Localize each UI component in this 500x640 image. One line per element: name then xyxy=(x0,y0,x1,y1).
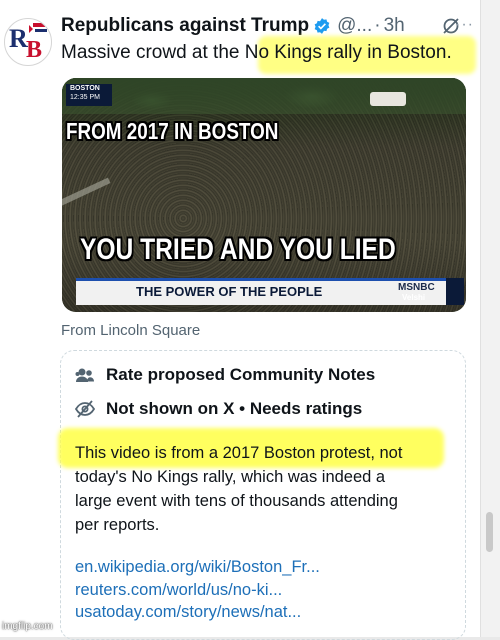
location-name: BOSTON xyxy=(70,85,100,92)
verified-badge-icon xyxy=(313,17,331,35)
video-source-line: From Lincoln Square xyxy=(61,322,201,339)
tweet-text: Massive crowd at the No Kings rally in B… xyxy=(61,42,452,63)
meme-top-text: FROM 2017 IN BOSTON xyxy=(66,118,279,144)
location-time: 12:35 PM xyxy=(70,94,100,101)
rate-notes-title: Rate proposed Community Notes xyxy=(106,365,376,384)
note-body: This video is from a 2017 Boston protest… xyxy=(75,441,402,537)
imgflip-watermark: imgflip.com xyxy=(2,621,53,632)
note-line: today's No Kings rally, which was indeed… xyxy=(75,468,386,486)
network-logo: MSNBC xyxy=(398,282,435,293)
tweet-time[interactable]: 3h xyxy=(384,15,405,37)
author-avatar[interactable]: R B xyxy=(4,18,52,66)
more-dots-icon[interactable]: ··· xyxy=(455,16,474,34)
author-handle[interactable]: @... xyxy=(337,15,372,37)
rb-avatar-logo: R B xyxy=(9,23,47,63)
source-link[interactable]: usatoday.com/story/news/nat... xyxy=(75,601,320,624)
news-lower-third: THE POWER OF THE PEOPLE MSNBC Velshi xyxy=(76,278,452,305)
lower-third-headline: THE POWER OF THE PEOPLE xyxy=(136,284,323,299)
note-sources: en.wikipedia.org/wiki/Boston_Fr... reute… xyxy=(75,556,320,624)
video-player[interactable]: BOSTON 12:35 PM THE POWER OF THE PEOPLE … xyxy=(62,78,466,312)
meme-bottom-text: YOU TRIED AND YOU LIED xyxy=(80,233,396,266)
note-line: per reports. xyxy=(75,516,160,534)
separator-dot: · xyxy=(374,15,381,36)
tent-shape xyxy=(370,92,406,106)
rate-notes-row[interactable]: Rate proposed Community Notes xyxy=(74,364,375,386)
eye-off-icon xyxy=(74,398,96,420)
source-link[interactable]: en.wikipedia.org/wiki/Boston_Fr... xyxy=(75,556,320,579)
scrollbar-thumb[interactable] xyxy=(486,512,493,552)
source-link[interactable]: reuters.com/world/us/no-ki... xyxy=(75,579,320,602)
people-icon xyxy=(74,364,96,386)
svg-text:B: B xyxy=(26,37,42,63)
notes-status-text: Not shown on X • Needs ratings xyxy=(106,399,363,418)
author-name[interactable]: Republicans against Trump xyxy=(61,15,309,37)
location-tag: BOSTON 12:35 PM xyxy=(66,84,112,106)
lower-third-tag xyxy=(446,278,464,305)
notes-status-row: Not shown on X • Needs ratings xyxy=(74,398,362,420)
note-line: This video is from a 2017 Boston protest… xyxy=(75,444,403,462)
note-line: large event with tens of thousands atten… xyxy=(75,492,398,510)
network-host: Velshi xyxy=(402,293,426,302)
